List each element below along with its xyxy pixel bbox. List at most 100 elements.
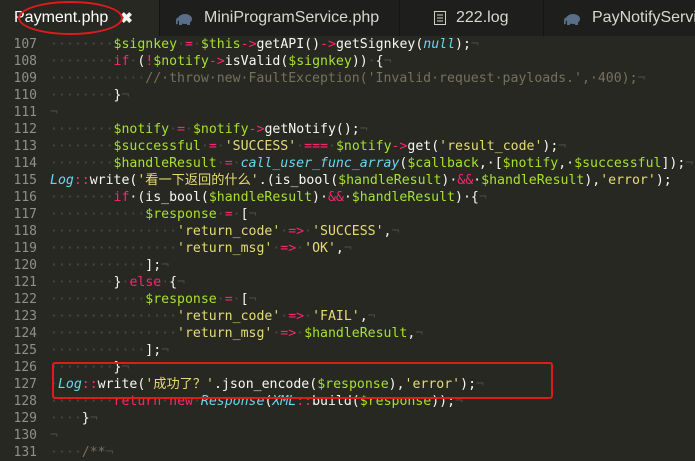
code-line: ····}¬ — [50, 410, 98, 427]
code-token: $handleResult — [481, 173, 585, 188]
line-number: 110 — [13, 88, 37, 103]
code-token: · — [177, 37, 186, 52]
code-token: · — [216, 156, 225, 171]
code-token: write( — [97, 377, 146, 392]
code-token: ········ — [50, 37, 114, 52]
code-token: '成功了？' — [145, 377, 214, 392]
tab-paynotifyservice-php[interactable]: PayNotifyServi — [544, 0, 695, 36]
code-token: ), — [584, 173, 601, 188]
code-token: Log — [57, 377, 82, 392]
code-token: = — [208, 139, 217, 154]
code-token: ¬ — [161, 258, 170, 273]
code-token: ]; — [145, 258, 162, 273]
code-token: = — [177, 122, 186, 137]
code-token: · — [327, 139, 336, 154]
code-token: · — [216, 139, 225, 154]
code-token: $notify — [153, 54, 209, 69]
line-number: 108 — [13, 54, 37, 69]
code-token: $response — [359, 394, 432, 409]
code-token: · — [304, 309, 313, 324]
code-token: '看一下返回的什么' — [137, 173, 259, 188]
code-token: ¬ — [105, 445, 114, 460]
code-token: //·throw·new·FaultException('Invalid·req… — [145, 71, 638, 86]
code-line: ············$response·=·[¬ — [50, 206, 257, 223]
code-editor[interactable]: 107 108 109 110 111 112 113 114 115 116 117 118 119 1… — [0, 36, 695, 460]
code-token: ¬ — [248, 292, 257, 307]
code-token: · — [161, 394, 170, 409]
code-line: ········$signkey·=·$this->getAPI()->getS… — [50, 36, 479, 53]
code-token: write( — [89, 173, 138, 188]
code-line: ········$handleResult·=·call_user_func_a… — [50, 155, 693, 172]
code-token: isValid( — [224, 54, 289, 69]
code-line: ············];¬ — [50, 342, 169, 359]
code-token: ········ — [50, 190, 114, 205]
code-token: · — [216, 292, 225, 307]
code-token: } — [81, 411, 90, 426]
code-token: ¬ — [476, 377, 484, 392]
code-token: ············ — [50, 71, 146, 86]
code-token: ¬ — [478, 190, 487, 205]
code-token: ¬ — [161, 343, 170, 358]
tab-222-log[interactable]: 222.log — [400, 0, 544, 36]
code-token: ············ — [50, 343, 146, 358]
code-line: ············$response·=·[¬ — [50, 291, 257, 308]
code-token: ················ — [50, 309, 178, 324]
code-token: $successful — [113, 139, 201, 154]
code-token: ¬ — [470, 37, 479, 52]
code-token: ¬ — [50, 105, 58, 120]
code-token: ¬ — [248, 207, 257, 222]
code-token: 'return_code' — [177, 309, 281, 324]
code-token: · — [296, 241, 305, 256]
code-token: 'return_code' — [177, 224, 281, 239]
code-token: $handleResult — [351, 190, 455, 205]
code-token: 'SUCCESS' — [312, 224, 384, 239]
code-token: $response — [145, 207, 217, 222]
code-token: ················ — [50, 241, 178, 256]
code-token: getSignkey( — [335, 37, 424, 52]
tab-miniprogramservice-php[interactable]: MiniProgramService.php — [160, 0, 400, 36]
code-token: new — [169, 394, 193, 409]
code-token: · — [232, 156, 241, 171]
code-token: ········ — [50, 54, 114, 69]
code-token: · — [343, 190, 352, 205]
php-elephant-icon — [564, 13, 580, 25]
code-token: ········ — [50, 139, 114, 154]
code-line: ················'return_code'·=>·'SUCCES… — [50, 223, 399, 240]
line-number: 114 — [13, 156, 37, 171]
code-line: ········$notify·=·$notify->getNotify();¬ — [50, 121, 368, 138]
code-token: , — [359, 309, 368, 324]
code-token: ); — [455, 37, 471, 52]
code-line: ········}¬ — [50, 359, 129, 376]
code-token: ········ — [50, 394, 114, 409]
tab-payment-php[interactable]: Payment.php ✖ — [0, 0, 160, 36]
code-token: ¬ — [121, 88, 130, 103]
code-token: :: — [296, 394, 313, 409]
code-token: ···· — [50, 411, 82, 426]
code-token: ············ — [50, 207, 146, 222]
code-token: · — [200, 139, 209, 154]
code-token: )· — [441, 173, 458, 188]
code-token: · — [216, 207, 225, 222]
code-line: ········if·(!$notify->isValid($signkey))… — [50, 53, 392, 70]
code-line: ········}·else·{¬ — [50, 274, 185, 291]
code-token: $notify — [113, 122, 170, 137]
code-token: · — [169, 122, 178, 137]
code-token: · — [232, 207, 241, 222]
code-token: ¬ — [343, 241, 352, 256]
close-icon[interactable]: ✖ — [120, 9, 133, 27]
code-token: · — [50, 377, 58, 392]
code-token: ¬ — [367, 309, 376, 324]
code-token: { — [375, 54, 384, 69]
code-token: => — [288, 309, 305, 324]
code-token: $signkey — [113, 37, 178, 52]
code-token: XML — [272, 394, 297, 409]
code-token: 'SUCCESS' — [224, 139, 297, 154]
line-number: 131 — [13, 445, 37, 460]
line-number: 116 — [13, 190, 37, 205]
code-token: -> — [320, 37, 336, 52]
code-token: $handleResult — [304, 326, 408, 341]
code-token: $notify — [335, 139, 392, 154]
code-token: => — [280, 326, 297, 341]
code-token: && — [457, 173, 474, 188]
code-token: 'OK' — [304, 241, 336, 256]
